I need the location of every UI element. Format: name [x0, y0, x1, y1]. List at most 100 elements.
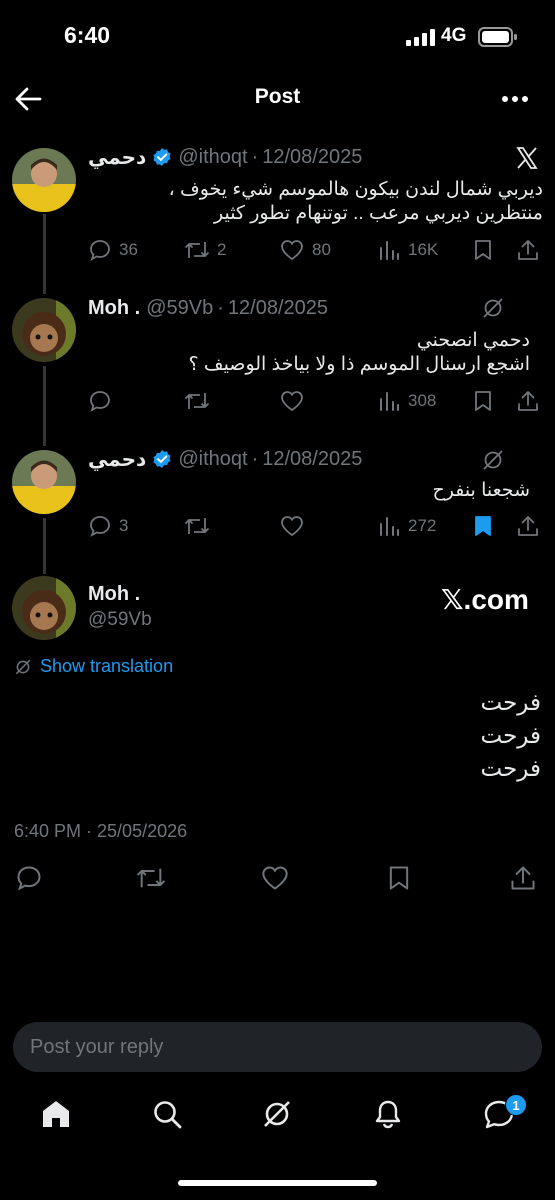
- show-translation-link[interactable]: Show translation: [14, 656, 173, 677]
- main-post-text: فرحت فرحت فرحت: [481, 686, 542, 785]
- search-icon[interactable]: [151, 1098, 183, 1130]
- author-handle[interactable]: @ithoqt: [178, 146, 247, 169]
- repost-count: 2: [217, 240, 227, 259]
- reply-input[interactable]: Post your reply: [13, 1022, 542, 1072]
- post-actions: 36 2 80 16K: [88, 235, 543, 265]
- post-text-line: منتظرين ديربي مرعب .. توتنهام تطور كثير: [213, 203, 543, 224]
- reply-icon: [90, 391, 110, 412]
- author-handle[interactable]: @59Vb: [146, 297, 213, 320]
- post-header: Post: [0, 74, 555, 124]
- bookmark-button[interactable]: [472, 386, 494, 416]
- page-title: Post: [254, 85, 301, 108]
- post-text: دحمي انصحني اشجع ارسنال الموسم ذا ولا بي…: [189, 329, 530, 377]
- thread-line: [43, 518, 46, 574]
- reply-button[interactable]: [88, 386, 112, 416]
- meta-separator: ·: [251, 447, 259, 470]
- like-button[interactable]: [279, 511, 305, 541]
- thread-line: [43, 214, 46, 294]
- xcom-watermark: 𝕏.com: [441, 584, 529, 615]
- bookmark-button[interactable]: [472, 235, 494, 265]
- grok-icon[interactable]: [481, 296, 505, 320]
- repost-button[interactable]: [184, 511, 210, 541]
- repost-icon: [184, 393, 210, 409]
- post-timestamp: 6:40 PM · 25/05/2026: [14, 821, 188, 841]
- views-count: 272: [408, 516, 437, 535]
- grok-icon: [15, 659, 31, 674]
- repost-button[interactable]: [184, 386, 210, 416]
- share-button[interactable]: [516, 511, 540, 541]
- share-button[interactable]: [516, 235, 540, 265]
- post-date: 12/08/2025: [227, 296, 329, 319]
- heart-icon[interactable]: [259, 864, 291, 892]
- bookmark-icon[interactable]: [386, 864, 412, 892]
- bookmark-filled-icon: [475, 516, 491, 536]
- post-text: شجعنا بنفرح: [432, 479, 530, 503]
- views-button[interactable]: 272: [377, 511, 436, 541]
- heart-icon: [281, 516, 303, 537]
- post-author-row: Moh . @59Vb · 12/08/2025: [88, 294, 328, 322]
- grok-icon[interactable]: [261, 1098, 293, 1130]
- network-type: 4G: [441, 25, 467, 46]
- messages-badge: 1: [505, 1094, 527, 1116]
- more-options-icon[interactable]: [500, 86, 530, 112]
- reply-icon: [90, 240, 110, 261]
- status-bar: 6:40 4G: [0, 0, 555, 74]
- display-name[interactable]: Moh .: [88, 583, 140, 606]
- reply-count: 36: [119, 240, 138, 259]
- grok-icon[interactable]: [481, 448, 505, 472]
- display-name[interactable]: دحمي: [88, 447, 146, 472]
- main-post-actions: [0, 864, 555, 898]
- avatar[interactable]: [12, 148, 76, 212]
- share-icon: [518, 240, 538, 260]
- bookmark-icon: [475, 240, 491, 260]
- post-text-line: دحمي انصحني: [416, 330, 530, 351]
- like-button[interactable]: [279, 386, 305, 416]
- avatar[interactable]: [12, 450, 76, 514]
- bookmark-icon: [475, 391, 491, 411]
- reply-icon[interactable]: [15, 864, 43, 892]
- views-button[interactable]: 308: [377, 386, 436, 416]
- author-handle[interactable]: @59Vb: [88, 609, 152, 631]
- views-icon: [380, 392, 399, 411]
- bookmark-button[interactable]: [472, 511, 494, 541]
- notifications-icon[interactable]: [372, 1098, 404, 1130]
- views-button[interactable]: 16K: [377, 235, 438, 265]
- avatar[interactable]: [12, 576, 76, 640]
- show-translation-label: Show translation: [40, 656, 174, 676]
- repost-icon[interactable]: [135, 864, 167, 892]
- repost-icon: [184, 242, 210, 258]
- meta-separator: ·: [217, 296, 224, 319]
- bottom-nav: [0, 1090, 555, 1150]
- post-author-row: دحمي @ithoqt · 12/08/2025: [88, 445, 362, 473]
- post-date: 12/08/2025: [262, 145, 363, 168]
- repost-button[interactable]: 2: [184, 235, 226, 265]
- reply-button[interactable]: 36: [88, 235, 138, 265]
- reply-button[interactable]: 3: [88, 511, 128, 541]
- home-icon[interactable]: [40, 1098, 72, 1130]
- post-text-line: فرحت: [480, 755, 542, 781]
- views-icon: [380, 517, 399, 536]
- views-count: 308: [408, 391, 437, 410]
- post-date: 12/08/2025: [262, 447, 363, 470]
- share-icon: [518, 391, 538, 411]
- display-name[interactable]: Moh .: [88, 297, 140, 320]
- heart-icon: [281, 240, 303, 261]
- post-text: ديربي شمال لندن بيكون هالموسم شيء يخوف ،…: [169, 178, 543, 226]
- x-logo-icon: [516, 147, 538, 169]
- post-text-line: فرحت: [480, 689, 542, 715]
- like-button[interactable]: 80: [279, 235, 331, 265]
- share-button[interactable]: [516, 386, 540, 416]
- repost-icon: [184, 518, 210, 534]
- home-indicator: [178, 1180, 377, 1186]
- avatar[interactable]: [12, 298, 76, 362]
- author-handle[interactable]: @ithoqt: [178, 448, 247, 471]
- post-actions: 3 272: [88, 511, 543, 541]
- share-icon[interactable]: [509, 864, 537, 892]
- post-text-line: اشجع ارسنال الموسم ذا ولا بياخذ الوصيف ؟: [188, 354, 530, 375]
- reply-count: 3: [119, 516, 129, 535]
- verified-badge-icon: [153, 148, 171, 166]
- display-name[interactable]: دحمي: [88, 145, 146, 170]
- post-text-line: فرحت: [480, 722, 542, 748]
- share-icon: [518, 516, 538, 536]
- thread-line: [43, 366, 46, 446]
